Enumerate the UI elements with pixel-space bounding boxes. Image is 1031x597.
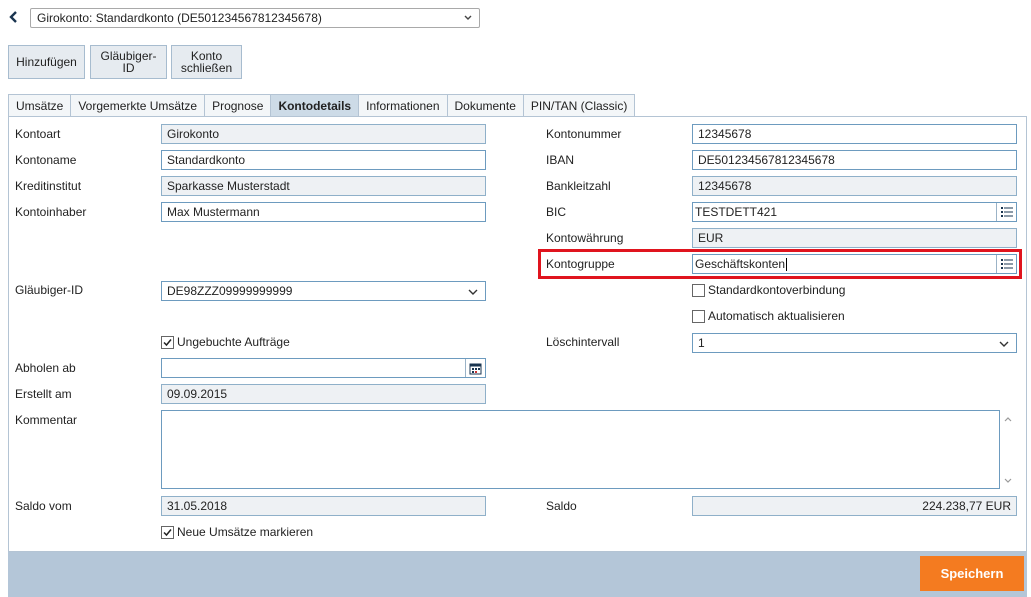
ungebuchte-auftraege-label: Ungebuchte Aufträge: [177, 335, 290, 349]
kontoname-input[interactable]: Standardkonto: [161, 150, 486, 170]
kontoart-label: Kontoart: [15, 127, 61, 141]
saldo-vom-field: 31.05.2018: [161, 496, 486, 516]
bic-lookup-button[interactable]: [996, 203, 1016, 221]
scroll-down-icon: [1004, 478, 1012, 483]
bankleitzahl-value: 12345678: [698, 179, 752, 193]
date-picker-button[interactable]: [465, 359, 485, 377]
bic-value: TESTDETT421: [695, 205, 778, 219]
chevron-down-icon: [468, 289, 478, 295]
kontoinhaber-label: Kontoinhaber: [15, 205, 87, 219]
erstellt-am-field: 09.09.2015: [161, 384, 486, 404]
erstellt-am-label: Erstellt am: [15, 387, 72, 401]
creditor-id-button[interactable]: Gläubiger- ID: [90, 45, 167, 79]
glaeubiger-id-label: Gläubiger-ID: [15, 283, 84, 297]
saldo-label: Saldo: [546, 499, 577, 513]
abholen-ab-input[interactable]: [161, 358, 486, 378]
glaeubiger-id-select[interactable]: DE98ZZZ09999999999: [161, 281, 486, 301]
iban-input[interactable]: DE501234567812345678: [692, 150, 1017, 170]
tab-label: Umsätze: [16, 99, 64, 113]
tab-label: Vorgemerkte Umsätze: [78, 99, 198, 113]
tab-umsaetze[interactable]: Umsätze: [8, 94, 72, 117]
tab-label: Prognose: [212, 99, 264, 113]
tab-dokumente[interactable]: Dokumente: [446, 94, 524, 117]
kontonummer-value: 12345678: [698, 127, 752, 141]
bic-input[interactable]: TESTDETT421: [692, 202, 1017, 222]
kontonummer-label: Kontonummer: [546, 127, 622, 141]
kreditinstitut-field: Sparkasse Musterstadt: [161, 176, 486, 196]
kreditinstitut-value: Sparkasse Musterstadt: [167, 179, 290, 193]
tab-vorgemerkte-umsaetze[interactable]: Vorgemerkte Umsätze: [70, 94, 206, 117]
abholen-ab-label: Abholen ab: [15, 361, 76, 375]
tab-label: Kontodetails: [278, 99, 352, 113]
close-account-button[interactable]: Konto schließen: [171, 45, 242, 79]
bankleitzahl-label: Bankleitzahl: [546, 179, 611, 193]
standardkontoverbindung-label: Standardkontoverbindung: [708, 283, 846, 297]
kontoart-value: Girokonto: [167, 127, 220, 141]
calendar-icon: [469, 363, 482, 374]
back-button[interactable]: [6, 8, 22, 26]
kreditinstitut-label: Kreditinstitut: [15, 179, 82, 193]
kommentar-textarea[interactable]: [161, 410, 1000, 489]
scroll-up-icon: [1004, 417, 1012, 422]
saldo-vom-label: Saldo vom: [15, 499, 72, 513]
neue-umsaetze-checkbox[interactable]: [161, 525, 174, 539]
chevron-down-icon: [464, 15, 472, 20]
automatisch-aktualisieren-label: Automatisch aktualisieren: [708, 309, 845, 323]
add-button[interactable]: Hinzufügen: [8, 45, 85, 79]
list-icon: [1000, 207, 1013, 217]
kontowaehrung-value: EUR: [698, 231, 724, 245]
erstellt-am-value: 09.09.2015: [167, 387, 228, 401]
tab-kontodetails[interactable]: Kontodetails: [270, 94, 360, 117]
save-button[interactable]: Speichern: [920, 556, 1024, 591]
saldo-field: 224.238,77 EUR: [692, 496, 1017, 516]
kontoinhaber-value: Max Mustermann: [167, 205, 260, 219]
add-button-label: Hinzufügen: [16, 55, 77, 69]
kontonummer-input[interactable]: 12345678: [692, 124, 1017, 144]
tab-pin-tan-classic[interactable]: PIN/TAN (Classic): [522, 94, 636, 117]
bic-label: BIC: [546, 205, 567, 219]
loeschintervall-select[interactable]: 1: [692, 333, 1017, 353]
iban-value: DE501234567812345678: [698, 153, 835, 167]
chevron-down-icon: [999, 341, 1009, 347]
save-button-label: Speichern: [940, 566, 1004, 581]
bankleitzahl-field: 12345678: [692, 176, 1017, 196]
account-select[interactable]: Girokonto: Standardkonto (DE501234567812…: [30, 8, 480, 28]
kontoart-field: Girokonto: [161, 124, 486, 144]
saldo-vom-value: 31.05.2018: [167, 499, 228, 513]
standardkontoverbindung-checkbox[interactable]: [692, 283, 705, 297]
tab-bar: Umsätze Vorgemerkte Umsätze Prognose Kon…: [8, 94, 636, 117]
kontoname-value: Standardkonto: [167, 153, 246, 167]
automatisch-aktualisieren-checkbox[interactable]: [692, 309, 705, 323]
tab-label: PIN/TAN (Classic): [530, 99, 628, 113]
automatisch-aktualisieren-checkbox-row[interactable]: Automatisch aktualisieren: [692, 309, 845, 323]
creditor-id-label-line2: ID: [122, 61, 135, 75]
kommentar-scrollbar[interactable]: [1000, 410, 1017, 489]
glaeubiger-id-value: DE98ZZZ09999999999: [167, 284, 293, 298]
tab-prognose[interactable]: Prognose: [204, 94, 272, 117]
loeschintervall-label: Löschintervall: [546, 335, 620, 349]
saldo-value: 224.238,77 EUR: [922, 499, 1011, 513]
footer-bar: [8, 552, 1027, 597]
tab-label: Dokumente: [454, 99, 516, 113]
chevron-left-icon: [9, 11, 17, 23]
ungebuchte-auftraege-checkbox[interactable]: [161, 335, 174, 349]
checkmark-icon: [163, 338, 172, 346]
standardkontoverbindung-checkbox-row[interactable]: Standardkontoverbindung: [692, 283, 845, 297]
loeschintervall-value: 1: [698, 336, 705, 350]
neue-umsaetze-label: Neue Umsätze markieren: [177, 525, 314, 539]
kontoname-label: Kontoname: [15, 153, 77, 167]
kontowaehrung-label: Kontowährung: [546, 231, 624, 245]
tab-label: Informationen: [366, 99, 440, 113]
close-account-label-line2: schließen: [180, 61, 233, 75]
kontowaehrung-field: EUR: [692, 228, 1017, 248]
checkmark-icon: [163, 528, 172, 536]
kontoinhaber-input[interactable]: Max Mustermann: [161, 202, 486, 222]
kontogruppe-highlight-box: [538, 249, 1022, 279]
kommentar-label: Kommentar: [15, 413, 78, 427]
ungebuchte-auftraege-checkbox-row[interactable]: Ungebuchte Aufträge: [161, 335, 290, 349]
account-select-value: Girokonto: Standardkonto (DE501234567812…: [37, 11, 322, 25]
neue-umsaetze-checkbox-row[interactable]: Neue Umsätze markieren: [161, 525, 313, 539]
tab-informationen[interactable]: Informationen: [358, 94, 448, 117]
iban-label: IBAN: [546, 153, 575, 167]
